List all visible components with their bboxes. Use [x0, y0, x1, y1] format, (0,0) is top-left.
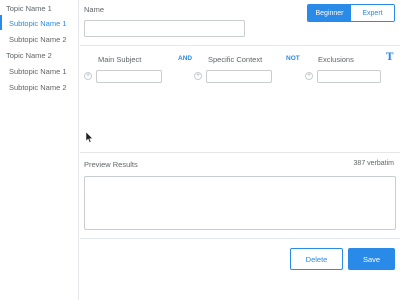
main-subject-input[interactable]: [96, 70, 162, 83]
exclusions-label: Exclusions: [318, 55, 354, 64]
not-operator: NOT: [286, 55, 300, 62]
specific-context-label: Specific Context: [208, 55, 263, 64]
sidebar-topic-2[interactable]: Topic Name 2: [6, 51, 52, 60]
divider-top: [80, 45, 400, 46]
exclusions-input[interactable]: [317, 70, 381, 83]
sidebar-subtopic-2-2[interactable]: Subtopic Name 2: [9, 83, 67, 92]
active-indicator: [0, 15, 2, 30]
divider-bottom: [80, 238, 400, 239]
name-label: Name: [84, 5, 105, 14]
expert-toggle-button[interactable]: Expert: [351, 5, 394, 21]
verbatim-count: 387 verbatim: [353, 160, 394, 167]
preview-results-box: [84, 176, 396, 230]
main-panel: Name Beginner Expert Main Subject AND Sp…: [80, 0, 400, 300]
add-exclusion-icon[interactable]: +: [305, 72, 313, 80]
main-subject-label: Main Subject: [98, 55, 142, 64]
add-specific-context-icon[interactable]: +: [194, 72, 202, 80]
beginner-toggle-button[interactable]: Beginner: [308, 5, 351, 21]
sidebar-topic-1[interactable]: Topic Name 1: [6, 4, 52, 13]
sidebar-subtopic-1-1[interactable]: Subtopic Name 1: [9, 19, 67, 28]
preview-results-label: Preview Results: [84, 160, 138, 169]
and-operator: AND: [178, 55, 193, 62]
text-format-icon[interactable]: T: [386, 52, 393, 63]
specific-context-input[interactable]: [206, 70, 272, 83]
add-main-subject-icon[interactable]: +: [84, 72, 92, 80]
save-button[interactable]: Save: [348, 248, 395, 270]
sidebar-subtopic-1-2[interactable]: Subtopic Name 2: [9, 35, 67, 44]
sidebar-subtopic-2-1[interactable]: Subtopic Name 1: [9, 67, 67, 76]
topic-sidebar: Topic Name 1 Subtopic Name 1 Subtopic Na…: [0, 0, 79, 300]
level-toggle[interactable]: Beginner Expert: [307, 4, 395, 22]
mouse-pointer-icon: [86, 132, 94, 143]
divider-middle: [80, 152, 400, 153]
delete-button[interactable]: Delete: [290, 248, 343, 270]
name-input[interactable]: [84, 20, 245, 37]
